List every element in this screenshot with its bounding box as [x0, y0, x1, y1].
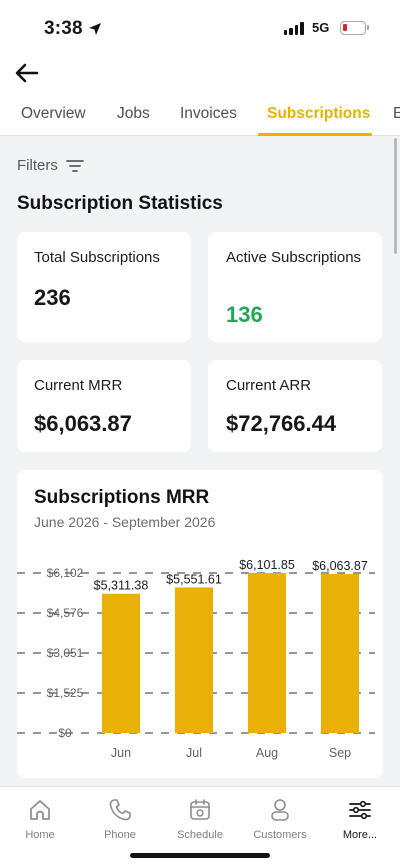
x-tick-label: Aug — [256, 746, 278, 760]
stat-card-current-mrr: Current MRR $6,063.87 — [17, 360, 191, 452]
tab-partial-next[interactable]: E — [393, 105, 400, 123]
stat-card-current-arr: Current ARR $72,766.44 — [208, 360, 382, 452]
stat-label: Current ARR — [226, 377, 312, 394]
nav-label: Home — [25, 829, 55, 841]
bar — [175, 587, 213, 733]
status-time: 3:38 — [44, 18, 83, 39]
tab-bar: Overview Jobs Invoices Subscriptions E — [0, 94, 400, 136]
tab-invoices[interactable]: Invoices — [180, 105, 237, 123]
stat-label: Total Subscriptions — [34, 249, 160, 266]
tab-overview[interactable]: Overview — [21, 105, 86, 123]
y-tick-label: $1,525 — [47, 686, 84, 700]
y-tick-label: $4,576 — [47, 606, 84, 620]
y-tick-label: $0 — [58, 726, 72, 740]
stat-label: Active Subscriptions — [226, 249, 362, 266]
nav-label: More... — [342, 829, 378, 841]
nav-label: Customers — [253, 829, 307, 841]
stat-label: Current MRR — [34, 377, 123, 394]
scrollbar[interactable] — [394, 138, 397, 254]
nav-customers[interactable]: Customers — [240, 797, 320, 841]
bar — [321, 573, 359, 733]
active-tab-indicator — [258, 133, 372, 136]
bar-value-label: $6,063.87 — [312, 559, 368, 573]
y-tick-label: $6,102 — [47, 566, 84, 580]
x-tick-label: Jul — [186, 746, 202, 760]
calendar-icon — [190, 799, 210, 820]
home-indicator — [130, 853, 270, 858]
battery-icon — [340, 21, 369, 35]
nav-label: Schedule — [177, 829, 223, 841]
back-arrow-icon[interactable] — [14, 62, 40, 84]
x-tick-label: Sep — [329, 746, 351, 760]
chart-subtitle: June 2026 - September 2026 — [34, 514, 216, 530]
filters-button[interactable]: Filters — [17, 157, 84, 174]
stat-value: $6,063.87 — [34, 411, 132, 436]
mrr-chart-card: $0 $1,525 $3,051 $4,576 $6,102 $5,311.38 Jun $5… — [17, 470, 383, 778]
x-tick-label: Jun — [111, 746, 131, 760]
nav-more[interactable]: More... — [320, 797, 400, 841]
header: Overview Jobs Invoices Subscriptions E — [0, 54, 400, 136]
filters-label: Filters — [17, 157, 58, 174]
sliders-icon — [349, 800, 371, 820]
nav-label: Phone — [104, 829, 136, 841]
stat-card-active-subscriptions: Active Subscriptions 136 — [208, 232, 382, 342]
bar-value-label: $5,311.38 — [94, 579, 149, 593]
bar-value-label: $5,551.61 — [166, 572, 222, 586]
stat-value: $72,766.44 — [226, 411, 337, 436]
bar-value-label: $6,101.85 — [239, 558, 295, 572]
person-icon — [271, 799, 289, 821]
nav-home[interactable]: Home — [0, 797, 80, 841]
bar — [102, 593, 140, 733]
chart-title: Subscriptions MRR — [34, 487, 210, 508]
nav-schedule[interactable]: Schedule — [160, 797, 240, 841]
status-bar: 3:38 5G — [0, 0, 400, 54]
stat-value: 236 — [34, 285, 71, 310]
tab-jobs[interactable]: Jobs — [117, 105, 150, 123]
stat-card-total-subscriptions: Total Subscriptions 236 — [17, 232, 191, 342]
stat-value: 136 — [226, 302, 263, 327]
section-title: Subscription Statistics — [17, 193, 223, 214]
tab-subscriptions[interactable]: Subscriptions — [267, 105, 370, 123]
y-tick-label: $3,051 — [47, 646, 84, 660]
cellular-signal-icon — [284, 22, 304, 35]
bar — [248, 573, 286, 733]
nav-phone[interactable]: Phone — [80, 797, 160, 841]
phone-icon — [109, 799, 131, 821]
network-type: 5G — [312, 20, 330, 35]
location-arrow-icon — [89, 23, 101, 35]
home-icon — [30, 800, 50, 820]
filter-lines-icon — [65, 159, 84, 172]
